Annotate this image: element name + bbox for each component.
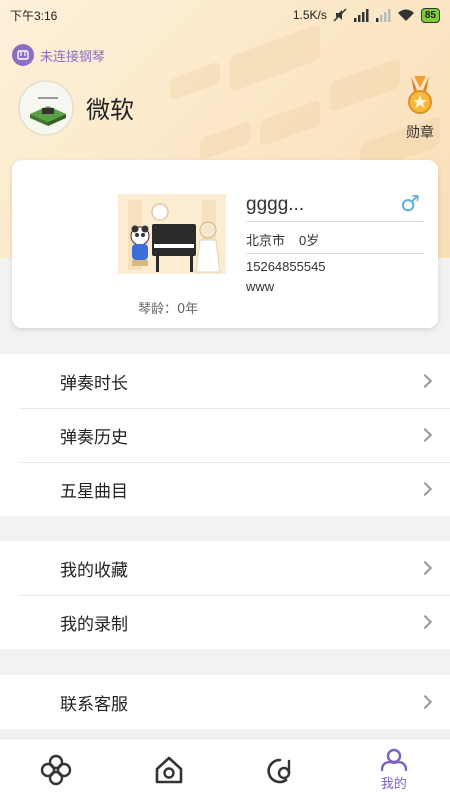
menu-group-mine: 我的收藏 我的录制 [0,541,450,649]
piano-age: 琴龄：0年 [138,302,199,317]
menu-item-label: 弹奏时长 [60,373,128,394]
phone: 15264855545 [246,259,326,274]
status-icons: 1.5K/s 85 [292,7,440,23]
chevron-right-icon [417,373,433,389]
extra-info: www [246,279,275,294]
profile-card[interactable]: 琴龄：0年 gggg... ♂ 北京市 0岁 15264855545 www [12,160,438,328]
chevron-right-icon [417,560,433,576]
chevron-right-icon [417,481,433,497]
nickname: 微软 [86,96,134,124]
username: gggg... [246,193,305,215]
menu-item-label: 五星曲目 [60,481,128,502]
battery-icon: 85 [420,7,440,23]
menu-item-label: 我的收藏 [60,560,128,581]
tab-discover[interactable] [0,739,113,800]
bottom-tab-bar: 我的 [0,738,450,800]
chevron-right-icon [417,694,433,710]
username-row: gggg... ♂ [246,192,424,222]
menu-item-label: 联系客服 [60,694,128,715]
location-age-row: 北京市 0岁 [246,227,424,254]
menu-group-support: 联系客服 [0,675,450,729]
age: 0岁 [299,233,320,248]
mute-icon [333,8,347,22]
network-speed: 1.5K/s [292,8,327,22]
piano-illustration [118,194,226,274]
signal-icon [353,8,369,22]
home-icon [155,756,183,783]
signal-weak-icon [375,8,391,22]
medal-icon [408,76,432,114]
menu-item-contact-support[interactable]: 联系客服 [0,675,450,729]
tab-music[interactable] [225,739,338,800]
user-info: gggg... ♂ 北京市 0岁 15264855545 www [246,192,424,294]
profile-icon [380,748,407,771]
piano-connection-status[interactable]: 未连接钢琴 [12,44,105,66]
menu-item-play-duration[interactable]: 弹奏时长 [0,354,450,408]
avatar[interactable] [18,80,74,136]
flower-icon [41,754,72,785]
medal-button[interactable]: 勋章 [400,76,440,142]
chevron-right-icon [417,614,433,630]
menu-item-label: 弹奏历史 [60,427,128,448]
tab-mine-label: 我的 [380,776,407,792]
music-disc-icon [267,758,291,783]
menu-group-play: 弹奏时长 弹奏历史 五星曲目 [0,354,450,516]
tab-mine[interactable]: 我的 [338,739,450,800]
wifi-icon [397,9,414,21]
chevron-right-icon [417,427,433,443]
tab-home[interactable] [113,739,226,800]
connection-label: 未连接钢琴 [40,49,106,65]
male-icon: ♂ [400,192,420,217]
menu-item-five-star-songs[interactable]: 五星曲目 [0,462,450,516]
menu-item-play-history[interactable]: 弹奏历史 [0,408,450,462]
menu-item-recordings[interactable]: 我的录制 [0,595,450,649]
status-bar: 下午3:16 1.5K/s 85 [0,0,450,30]
city: 北京市 [246,233,286,248]
piano-link-icon [12,44,34,66]
medal-label: 勋章 [406,125,434,141]
status-time: 下午3:16 [10,8,58,23]
menu-item-favorites[interactable]: 我的收藏 [0,541,450,595]
menu-item-label: 我的录制 [60,614,128,635]
